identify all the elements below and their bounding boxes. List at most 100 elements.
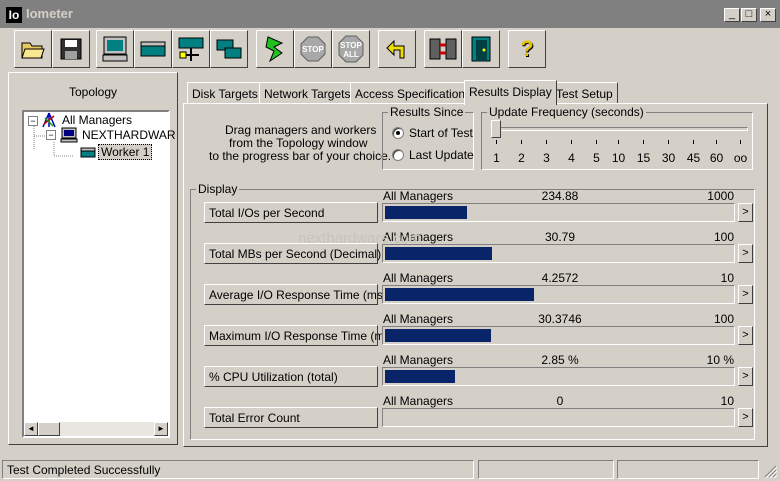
metric-range-button[interactable]: > [738,367,753,386]
metric-bar[interactable] [382,326,735,345]
app-icon[interactable]: Io [6,7,22,23]
update-frequency-title: Update Frequency (seconds) [487,105,646,119]
disconnect-button[interactable] [424,30,462,68]
metric-bar-fill [385,329,491,342]
stop-button[interactable]: STOP [294,30,332,68]
maximize-button[interactable]: □ [741,8,757,22]
metric-max: 1000 [707,189,734,203]
metric-value: 234.88 [541,189,579,203]
metric-bar[interactable] [382,244,735,263]
tree-item-all-managers[interactable]: All Managers [62,113,132,127]
tree-item-worker[interactable]: Worker 1 [98,144,153,160]
frequency-tick-label: 1 [493,151,500,165]
network-worker-icon [178,37,204,61]
open-folder-icon [21,42,45,59]
topology-title: Topology [68,85,118,99]
duplicate-worker-icon [216,39,242,59]
stop-all-label-2: ALL [343,50,359,59]
stop-all-button[interactable]: STOP ALL [332,30,370,68]
new-worker-icon [140,41,166,57]
radio-start-of-test-label[interactable]: Start of Test [409,127,473,140]
new-network-worker-button[interactable] [172,30,210,68]
tree-item-manager[interactable]: NEXTHARDWAR [82,128,176,142]
help-button[interactable]: ? [508,30,546,68]
radio-start-of-test[interactable] [392,127,404,139]
frequency-tick-label: 15 [636,151,651,165]
exit-button[interactable] [462,30,500,68]
scroll-right-button[interactable]: ► [154,422,168,436]
metric-select-button[interactable]: Total I/Os per Second [204,202,378,223]
disconnect-icon [429,38,457,60]
metric-select-button[interactable]: Total Error Count [204,407,378,428]
metric-bar-fill [385,370,455,383]
duplicate-worker-button[interactable] [210,30,248,68]
stop-icon: STOP [300,36,326,62]
frequency-tick-mark [716,140,717,144]
close-button[interactable]: × [760,8,776,22]
frequency-tick-label: 4 [568,151,575,165]
frequency-slider-track[interactable] [494,127,748,131]
title-bar[interactable] [0,0,780,28]
metric-range-button[interactable]: > [738,326,753,345]
minimize-button[interactable]: _ [724,8,740,22]
frequency-tick-label: 2 [518,151,525,165]
metric-value: 30.3746 [538,312,582,326]
frequency-slider-thumb[interactable] [491,120,501,138]
new-worker-button[interactable] [134,30,172,68]
open-config-button[interactable] [14,30,52,68]
reset-workers-button[interactable] [378,30,416,68]
scroll-left-button[interactable]: ◄ [24,422,38,436]
scroll-thumb[interactable] [38,422,60,436]
frequency-tick-mark [740,140,741,144]
metric-max: 100 [713,230,734,244]
metric-range-button[interactable]: > [738,285,753,304]
metric-bar-fill [385,206,467,219]
radio-last-update[interactable] [392,149,404,161]
metric-select-button[interactable]: % CPU Utilization (total) [204,366,378,387]
stop-all-icon: STOP ALL [338,35,364,63]
radio-last-update-label[interactable]: Last Update [409,149,474,162]
metric-bar[interactable] [382,285,735,304]
tab-network-targets[interactable]: Network Targets [259,82,356,104]
resize-grip-icon[interactable] [762,463,778,479]
frequency-tick-mark [521,140,522,144]
save-config-button[interactable] [52,30,90,68]
new-manager-button[interactable] [96,30,134,68]
display-title: Display [196,182,240,196]
frequency-tick-label: 3 [543,151,550,165]
stop-label: STOP [302,45,324,54]
display-group [190,189,755,440]
tab-access-specifications[interactable]: Access Specifications [350,82,477,104]
metric-range-button[interactable]: > [738,244,753,263]
metric-select-button[interactable]: Average I/O Response Time (ms) [204,284,387,305]
frequency-tick-mark [693,140,694,144]
metric-select-button[interactable]: Maximum I/O Response Time (ms) [204,325,394,346]
metric-value: 4.2572 [541,271,579,285]
metric-bar[interactable] [382,367,735,386]
tab-results-display[interactable]: Results Display [464,80,557,105]
metric-bar[interactable] [382,203,735,222]
start-tests-button[interactable] [256,30,294,68]
tab-disk-targets[interactable]: Disk Targets [187,82,263,104]
frequency-tick-mark [496,140,497,144]
all-managers-icon [42,112,56,128]
metric-value: 0 [556,394,564,408]
frequency-tick-label: 60 [709,151,724,165]
expander-manager[interactable]: − [46,130,56,140]
metric-source: All Managers [383,353,454,367]
help-icon: ? [520,36,534,61]
frequency-tick-mark [668,140,669,144]
tab-test-setup[interactable]: Test Setup [551,82,618,104]
save-disk-icon [60,38,82,60]
metric-max: 10 % [706,353,734,367]
stop-all-label-1: STOP [340,41,362,50]
frequency-tick-label: 45 [686,151,701,165]
metric-bar[interactable] [382,408,735,427]
results-since-title: Results Since [388,105,466,119]
status-panel-2 [478,460,614,479]
topology-hscrollbar[interactable]: ◄ ► [24,422,168,436]
metric-range-button[interactable]: > [738,408,753,427]
watermark: nexthardware.com [298,230,422,247]
metric-range-button[interactable]: > [738,203,753,222]
expander-all-managers[interactable]: − [28,116,38,126]
